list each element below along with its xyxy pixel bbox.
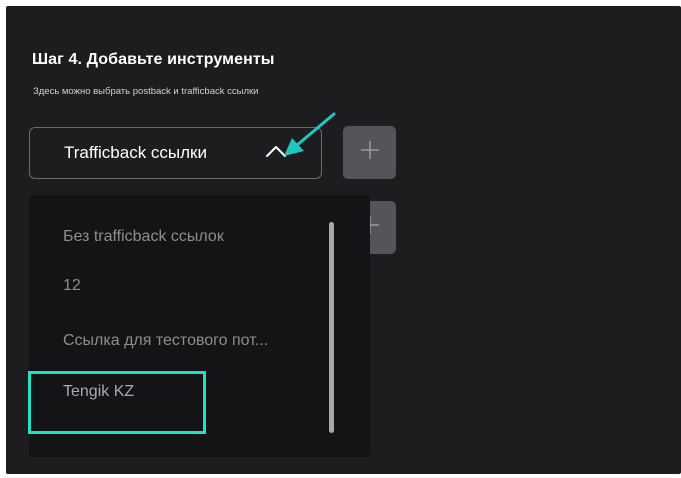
dropdown-item-12[interactable]: 12 [63,277,81,295]
add-trafficback-button[interactable] [343,126,396,179]
plus-icon [360,140,380,165]
step-subtitle: Здесь можно выбрать postback и trafficba… [33,86,259,97]
step-title: Шаг 4. Добавьте инструменты [32,51,275,68]
dropdown-scrollbar[interactable] [329,222,334,433]
dropdown-item-no-trafficback[interactable]: Без trafficback ссылок [63,228,224,246]
trafficback-select-label: Trafficback ссылки [64,143,207,162]
annotation-arrow-icon [278,110,340,165]
dropdown-item-test-link[interactable]: Ссылка для тестового пот... [63,332,268,350]
highlight-box [28,371,206,434]
